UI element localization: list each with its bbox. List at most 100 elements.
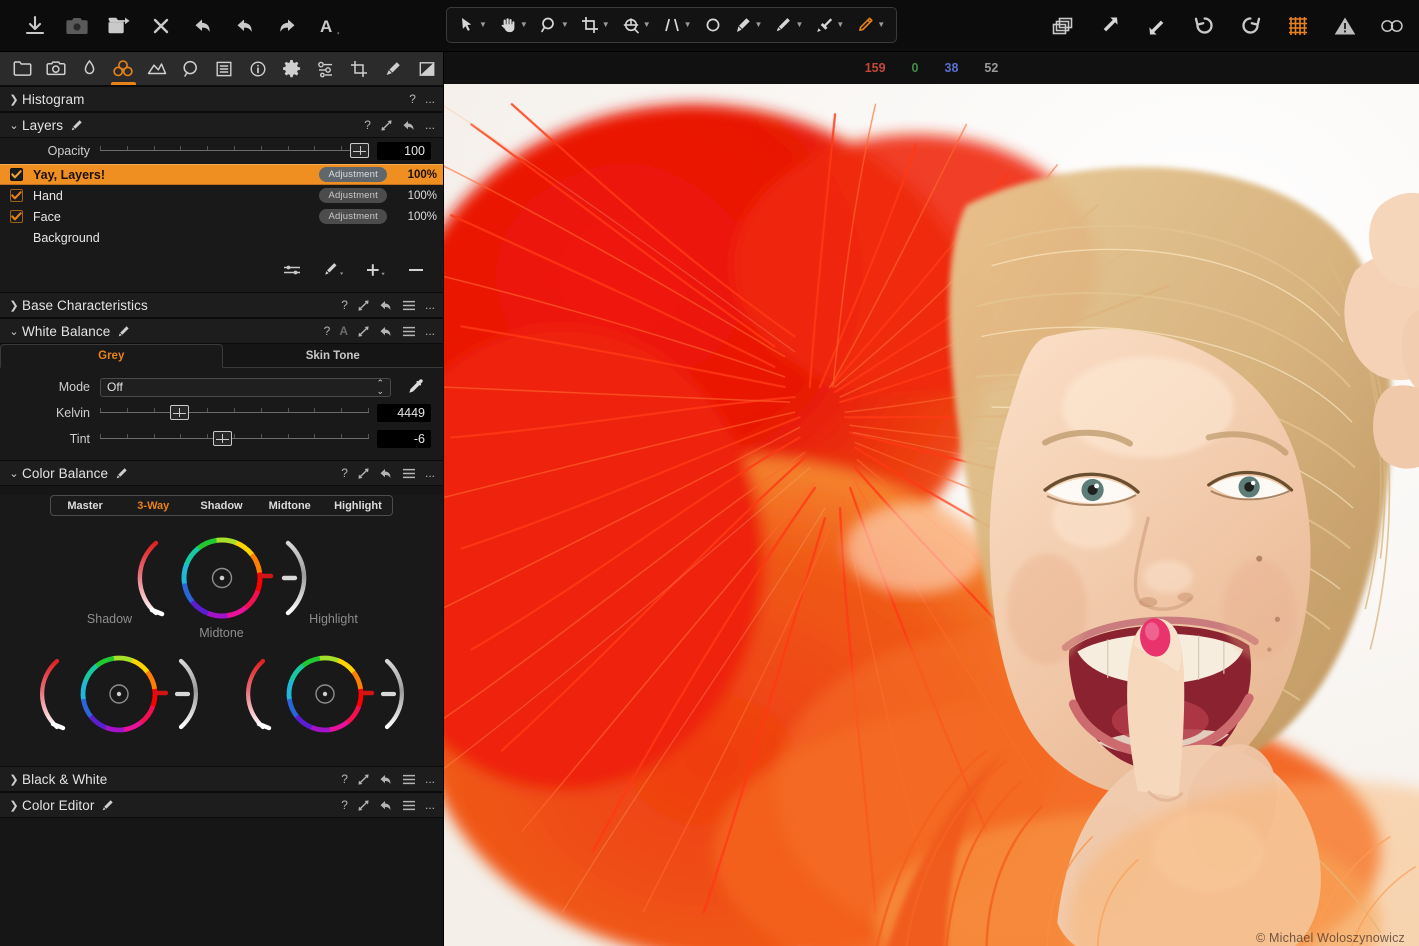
lens-tab[interactable] <box>73 52 106 85</box>
color-wheel-midtone[interactable]: Midtone Shadow Highlight <box>132 528 312 638</box>
panel-header-color-editor[interactable]: ❯ Color Editor ? <box>0 792 443 818</box>
menu-icon[interactable] <box>402 468 416 479</box>
import-images-icon[interactable] <box>22 13 48 39</box>
auto-icon[interactable]: A <box>339 325 348 337</box>
more-icon[interactable]: ... <box>425 773 435 785</box>
variants-icon[interactable] <box>1050 13 1076 39</box>
chevron-right-icon[interactable]: ❯ <box>6 773 22 786</box>
warning-icon[interactable] <box>1332 13 1358 39</box>
color-tab[interactable] <box>107 52 140 85</box>
tab-skin-tone[interactable]: Skin Tone <box>223 344 444 368</box>
reset-icon[interactable] <box>379 799 393 812</box>
layer-visibility-checkbox[interactable] <box>10 210 23 223</box>
chevron-down-icon[interactable]: ▼ <box>755 21 763 29</box>
keystone-icon[interactable]: ▼ <box>658 12 697 38</box>
opacity-value[interactable]: 100 <box>377 142 431 160</box>
help-icon[interactable]: ? <box>364 119 371 131</box>
chevron-down-icon[interactable]: ▼ <box>479 21 487 29</box>
tab-grey[interactable]: Grey <box>0 344 223 368</box>
kelvin-value[interactable]: 4449 <box>377 404 431 422</box>
panel-header-black-white[interactable]: ❯ Black & White ? ... <box>0 766 443 792</box>
panel-header-base-characteristics[interactable]: ❯ Base Characteristics ? ... <box>0 292 443 318</box>
tab-master[interactable]: Master <box>51 496 119 515</box>
chevron-right-icon[interactable]: ❯ <box>6 93 22 106</box>
color-editor-brush-icon[interactable] <box>101 799 114 812</box>
menu-icon[interactable] <box>402 326 416 337</box>
details-tab[interactable] <box>174 52 207 85</box>
color-balance-brush-icon[interactable] <box>115 467 128 480</box>
panel-header-layers[interactable]: ⌄ Layers ? ... <box>0 112 443 138</box>
erase-mask-icon[interactable]: ▼ <box>769 12 808 38</box>
reset-icon[interactable] <box>402 119 416 132</box>
preset-icon[interactable] <box>357 799 370 812</box>
menu-icon[interactable] <box>402 800 416 811</box>
capture-tab[interactable] <box>40 52 73 85</box>
menu-icon[interactable] <box>402 774 416 785</box>
kelvin-slider[interactable] <box>100 403 369 423</box>
more-icon[interactable]: ... <box>425 299 435 311</box>
tab-highlight[interactable]: Highlight <box>324 496 392 515</box>
mode-select[interactable]: Off ⌃⌄ <box>100 378 391 397</box>
metadata-tab[interactable] <box>242 52 275 85</box>
chevron-down-icon[interactable]: ▼ <box>877 21 885 29</box>
chevron-down-icon[interactable]: ▼ <box>602 21 610 29</box>
help-icon[interactable]: ? <box>341 299 348 311</box>
crop-icon[interactable]: ▼ <box>576 12 615 38</box>
tint-slider[interactable] <box>100 429 369 449</box>
help-icon[interactable]: ? <box>409 93 416 105</box>
rotate-icon[interactable]: ▼ <box>617 12 656 38</box>
layer-visibility-checkbox[interactable] <box>10 168 23 181</box>
more-icon[interactable]: ... <box>425 325 435 337</box>
white-balance-brush-icon[interactable] <box>117 325 130 338</box>
more-icon[interactable]: ... <box>425 119 435 131</box>
output-tab[interactable] <box>276 52 309 85</box>
crop-tab[interactable] <box>343 52 376 85</box>
more-icon[interactable]: ... <box>425 467 435 479</box>
pan-select-icon[interactable]: ▼ <box>453 12 492 38</box>
redo-icon[interactable] <box>274 13 300 39</box>
panel-header-histogram[interactable]: ❯ Histogram ? ... <box>0 86 443 112</box>
export-arrow-icon[interactable] <box>1097 13 1123 39</box>
draw-mask-icon[interactable]: ▼ <box>729 12 768 38</box>
reset-icon[interactable] <box>379 325 393 338</box>
preset-icon[interactable] <box>357 299 370 312</box>
panel-header-color-balance[interactable]: ⌄ Color Balance ? <box>0 460 443 486</box>
zoom-icon[interactable]: ▼ <box>535 12 574 38</box>
opacity-slider[interactable] <box>100 141 369 161</box>
white-balance-picker-icon[interactable] <box>401 378 431 397</box>
more-icon[interactable]: ... <box>425 799 435 811</box>
color-wheel-shadow[interactable] <box>39 644 199 752</box>
preset-icon[interactable] <box>380 119 393 132</box>
menu-icon[interactable] <box>402 300 416 311</box>
import-arrow-icon[interactable] <box>1144 13 1170 39</box>
image-canvas-area[interactable]: © Michael Woloszynowicz <box>444 84 1419 946</box>
capture-icon[interactable] <box>64 13 90 39</box>
layer-brush-icon[interactable] <box>70 119 83 132</box>
library-tab[interactable] <box>6 52 39 85</box>
rotate-cw-icon[interactable] <box>1238 13 1264 39</box>
close-icon[interactable] <box>148 13 174 39</box>
reset-icon[interactable] <box>379 467 393 480</box>
before-after-icon[interactable] <box>1379 13 1405 39</box>
layer-row[interactable]: Background <box>0 227 443 248</box>
kelvin-slider-handle[interactable] <box>170 405 189 420</box>
grid-overlay-icon[interactable] <box>1285 13 1311 39</box>
tab-midtone[interactable]: Midtone <box>256 496 324 515</box>
preset-icon[interactable] <box>357 325 370 338</box>
heal-brush-icon[interactable]: ▼ <box>851 12 890 38</box>
help-icon[interactable]: ? <box>341 467 348 479</box>
photo[interactable]: © Michael Woloszynowicz <box>444 84 1419 946</box>
tab-3way[interactable]: 3-Way <box>119 496 187 515</box>
local-adjust-tab[interactable] <box>377 52 410 85</box>
chevron-down-icon[interactable]: ▼ <box>643 21 651 29</box>
chevron-down-icon[interactable]: ▼ <box>836 21 844 29</box>
tint-slider-handle[interactable] <box>213 431 232 446</box>
layer-row[interactable]: Face Adjustment 100% <box>0 206 443 227</box>
chevron-updown-icon[interactable]: ⌃⌄ <box>376 379 384 395</box>
more-icon[interactable]: ... <box>425 93 435 105</box>
color-wheel-highlight[interactable] <box>245 644 405 752</box>
open-folder-icon[interactable] <box>106 13 132 39</box>
layer-row[interactable]: Hand Adjustment 100% <box>0 185 443 206</box>
chevron-down-icon[interactable]: ▼ <box>795 21 803 29</box>
adjustments-tab[interactable] <box>208 52 241 85</box>
